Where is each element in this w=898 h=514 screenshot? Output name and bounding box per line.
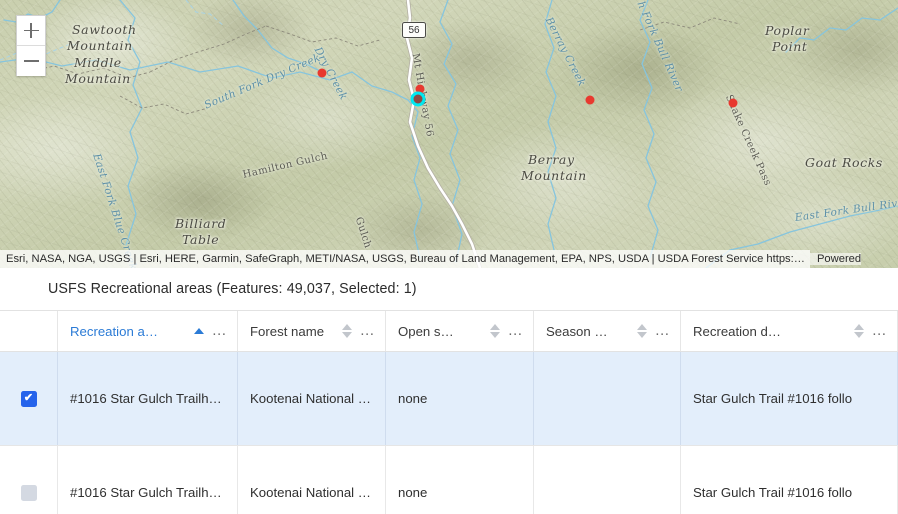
row-select-cell[interactable]: ✔ xyxy=(0,446,58,514)
column-header-0[interactable]: Recreation a… … xyxy=(58,311,238,351)
table-row[interactable]: ✔ #1016 Star Gulch Trailh… Kootenai Nation… xyxy=(0,352,898,446)
table-cell: Star Gulch Trail #1016 follo xyxy=(681,446,898,514)
sort-toggle-icon[interactable] xyxy=(637,324,648,338)
table-cell: Kootenai National Forest xyxy=(238,352,386,445)
column-header-label: Open s… xyxy=(398,323,454,339)
column-header-2[interactable]: Open s… … xyxy=(386,311,534,351)
map-vector-overlay xyxy=(0,0,898,268)
table-cell xyxy=(534,446,681,514)
column-header-4[interactable]: Recreation d… … xyxy=(681,311,898,351)
column-header-label: Forest name xyxy=(250,323,325,339)
column-menu-icon[interactable]: … xyxy=(212,323,228,338)
table-cell-text: #1016 Star Gulch Trailh… xyxy=(70,391,222,406)
triangle-down-icon xyxy=(637,332,648,338)
row-select-checkbox[interactable]: ✔ xyxy=(20,484,37,501)
table-cell-text: Kootenai National Forest xyxy=(250,391,373,406)
highway-shield-56: 56 xyxy=(402,22,426,38)
feature-marker-3[interactable] xyxy=(585,95,595,105)
triangle-down-icon xyxy=(342,332,353,338)
row-select-cell[interactable]: ✔ xyxy=(0,352,58,445)
selected-feature-marker[interactable] xyxy=(410,91,426,107)
minus-icon xyxy=(23,60,39,62)
triangle-up-icon xyxy=(637,324,648,330)
checkmark-icon: ✔ xyxy=(23,392,34,404)
triangle-down-icon xyxy=(854,332,865,338)
page-title: USFS Recreational areas (Features: 49,03… xyxy=(48,281,417,297)
column-menu-icon[interactable]: … xyxy=(872,323,888,338)
triangle-up-icon xyxy=(194,328,205,334)
zoom-out-button[interactable] xyxy=(17,46,45,76)
sort-ascending-icon[interactable] xyxy=(194,328,205,334)
table-cell xyxy=(534,352,681,445)
table-row[interactable]: ✔ #1016 Star Gulch Trailh… Kootenai Nation… xyxy=(0,446,898,514)
powered-by-text: Powered xyxy=(809,253,862,265)
triangle-down-icon xyxy=(490,332,501,338)
map-zoom-controls[interactable] xyxy=(16,15,46,76)
table-cell: Star Gulch Trail #1016 follo xyxy=(681,352,898,445)
row-select-checkbox[interactable]: ✔ xyxy=(20,390,37,407)
column-header-label: Recreation d… xyxy=(693,323,781,339)
table-cell: none xyxy=(386,446,534,514)
triangle-up-icon xyxy=(490,324,501,330)
table-cell: Kootenai National Forest xyxy=(238,446,386,514)
table-cell: #1016 Star Gulch Trailh… xyxy=(58,446,238,514)
column-header-label: Season … xyxy=(546,323,608,339)
table-cell: #1016 Star Gulch Trailh… xyxy=(58,352,238,445)
sort-toggle-icon[interactable] xyxy=(854,324,865,338)
triangle-up-icon xyxy=(342,324,353,330)
sort-toggle-icon[interactable] xyxy=(490,324,501,338)
table-header-row: Recreation a…… Forest name… Open s…… Season… xyxy=(0,310,898,352)
map-view[interactable]: 56 Sawtooth Mountain Middle Mountain Billiar… xyxy=(0,0,898,268)
zoom-in-button[interactable] xyxy=(17,16,45,46)
feature-marker-1[interactable] xyxy=(317,68,327,78)
column-header-3[interactable]: Season … … xyxy=(534,311,681,351)
table-body: ✔ #1016 Star Gulch Trailh… Kootenai Nation… xyxy=(0,352,898,514)
table-cell-text: none xyxy=(398,391,428,406)
feature-table[interactable]: Recreation a…… Forest name… Open s…… Season… xyxy=(0,310,898,514)
table-cell-text: Star Gulch Trail #1016 follo xyxy=(693,391,853,406)
layer-title-bar: USFS Recreational areas (Features: 49,03… xyxy=(0,268,898,310)
column-menu-icon[interactable]: … xyxy=(360,323,376,338)
table-cell-text: Kootenai National Forest xyxy=(250,485,373,500)
triangle-up-icon xyxy=(854,324,865,330)
attribution-text: Esri, NASA, NGA, USGS | Esri, HERE, Garm… xyxy=(0,250,810,268)
plus-icon-vertical xyxy=(30,23,32,38)
column-header-select-all[interactable] xyxy=(0,311,58,351)
table-cell: none xyxy=(386,352,534,445)
column-header-1[interactable]: Forest name … xyxy=(238,311,386,351)
column-menu-icon[interactable]: … xyxy=(655,323,671,338)
sort-toggle-icon[interactable] xyxy=(342,324,353,338)
table-cell-text: #1016 Star Gulch Trailh… xyxy=(70,485,222,500)
table-cell-text: none xyxy=(398,485,428,500)
column-header-label: Recreation a… xyxy=(70,323,158,339)
column-menu-icon[interactable]: … xyxy=(508,323,524,338)
feature-marker-4[interactable] xyxy=(728,98,738,108)
map-attribution-bar: Esri, NASA, NGA, USGS | Esri, HERE, Garm… xyxy=(0,250,898,268)
table-cell-text: Star Gulch Trail #1016 follo xyxy=(693,485,853,500)
